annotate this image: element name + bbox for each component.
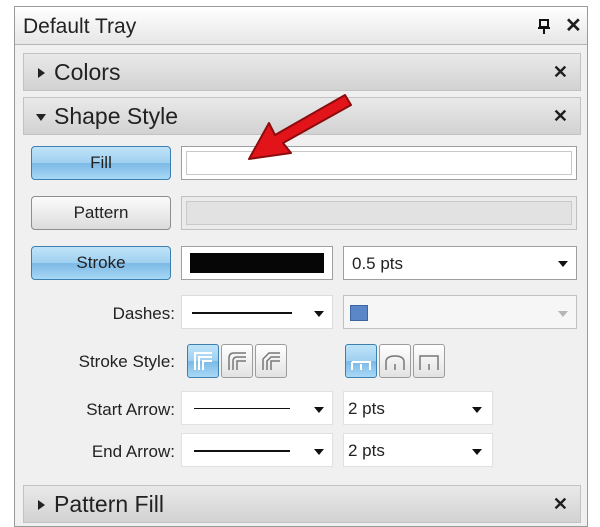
start-arrow-size-dropdown[interactable]: 2 pts: [343, 391, 493, 425]
pin-icon[interactable]: [537, 19, 551, 35]
chevron-down-icon[interactable]: [472, 449, 482, 455]
end-arrow-size-dropdown[interactable]: 2 pts: [343, 433, 493, 467]
stroke-width-value: 0.5 pts: [352, 254, 404, 273]
dash-color-dropdown: [343, 295, 577, 329]
chevron-down-icon: [558, 311, 568, 317]
fill-color-field[interactable]: [181, 146, 577, 180]
collapse-arrow-icon[interactable]: [36, 114, 46, 121]
chevron-down-icon[interactable]: [558, 261, 568, 267]
chevron-down-icon[interactable]: [314, 407, 324, 413]
section-pattern-fill-header[interactable]: Pattern Fill ✕: [23, 485, 581, 523]
flat-cap-button[interactable]: [345, 344, 377, 378]
dashes-dropdown[interactable]: [181, 295, 333, 329]
start-arrow-size-value: 2 pts: [348, 399, 385, 418]
end-arrow-dropdown[interactable]: [181, 433, 333, 467]
miter-join-button[interactable]: [187, 344, 219, 378]
round-join-icon: [228, 352, 246, 370]
tray-title-bar: Default Tray ✕: [15, 7, 587, 45]
round-cap-button[interactable]: [379, 344, 411, 378]
bevel-join-button[interactable]: [255, 344, 287, 378]
miter-join-icon: [194, 352, 212, 370]
dash-line-sample: [192, 312, 292, 314]
start-arrow-dropdown[interactable]: [181, 391, 333, 425]
red-annotation-arrow-icon: [248, 94, 352, 160]
section-colors-header[interactable]: Colors ✕: [23, 53, 581, 91]
section-colors-title: Colors: [54, 59, 121, 85]
dashes-label: Dashes:: [112, 304, 175, 323]
round-cap-icon: [385, 355, 405, 370]
chevron-down-icon[interactable]: [314, 311, 324, 317]
default-tray-panel: Default Tray ✕ Colors ✕ Shape Style ✕ Fi…: [14, 6, 588, 527]
section-shape-style-close-icon[interactable]: ✕: [553, 106, 568, 126]
start-arrow-line-sample: [194, 408, 290, 409]
pattern-button[interactable]: Pattern: [31, 196, 171, 230]
square-cap-icon: [419, 355, 439, 370]
stroke-color-field[interactable]: [181, 246, 333, 280]
chevron-down-icon[interactable]: [472, 407, 482, 413]
pattern-swatch: [186, 201, 572, 225]
dash-color-swatch: [350, 305, 368, 321]
end-arrow-size-value: 2 pts: [348, 441, 385, 460]
bevel-join-icon: [262, 352, 280, 370]
tray-title: Default Tray: [23, 15, 137, 38]
fill-color-swatch: [186, 151, 572, 175]
expand-arrow-icon[interactable]: [38, 500, 45, 510]
stroke-button[interactable]: Stroke: [31, 246, 171, 280]
round-join-button[interactable]: [221, 344, 253, 378]
section-colors-close-icon[interactable]: ✕: [553, 62, 568, 82]
end-arrow-line-sample: [194, 450, 290, 452]
fill-button[interactable]: Fill: [31, 146, 171, 180]
start-arrow-label: Start Arrow:: [86, 400, 175, 419]
section-shape-style-title: Shape Style: [54, 103, 179, 129]
chevron-down-icon[interactable]: [314, 449, 324, 455]
end-arrow-label: End Arrow:: [91, 442, 175, 461]
pattern-field: [181, 196, 577, 230]
stroke-style-label: Stroke Style:: [78, 352, 175, 371]
section-pattern-fill-title: Pattern Fill: [54, 491, 164, 517]
tray-close-icon[interactable]: ✕: [565, 16, 582, 36]
stroke-color-swatch: [190, 253, 324, 273]
square-cap-button[interactable]: [413, 344, 445, 378]
stroke-width-dropdown[interactable]: 0.5 pts: [343, 246, 577, 280]
section-pattern-fill-close-icon[interactable]: ✕: [553, 494, 568, 514]
expand-arrow-icon[interactable]: [38, 68, 45, 78]
flat-cap-icon: [351, 361, 371, 370]
